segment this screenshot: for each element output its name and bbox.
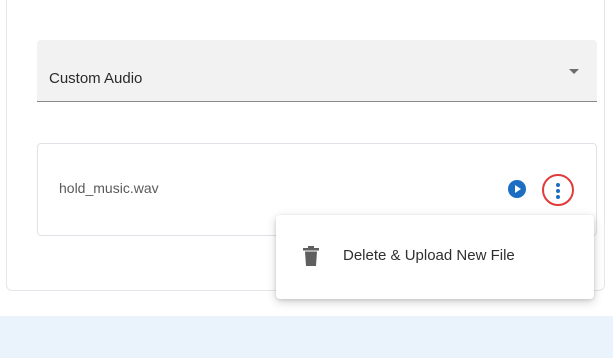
audio-type-select[interactable]: Custom Audio xyxy=(37,40,597,102)
file-options-menu: Delete & Upload New File xyxy=(276,215,594,299)
audio-type-select-value: Custom Audio xyxy=(49,70,143,87)
delete-upload-menu-item[interactable]: Delete & Upload New File xyxy=(276,235,594,277)
page: Custom Audio hold_music.wav Delete & Upl… xyxy=(0,0,613,358)
file-name: hold_music.wav xyxy=(59,180,159,196)
more-options-button[interactable] xyxy=(540,172,576,208)
bottom-panel xyxy=(0,316,613,358)
chevron-down-icon[interactable] xyxy=(569,69,579,74)
trash-icon xyxy=(303,246,319,266)
play-icon[interactable] xyxy=(508,180,526,198)
more-vert-dot xyxy=(556,189,560,193)
more-vert-icon xyxy=(556,183,560,187)
menu-item-label: Delete & Upload New File xyxy=(343,247,515,264)
more-vert-dot xyxy=(556,195,560,199)
